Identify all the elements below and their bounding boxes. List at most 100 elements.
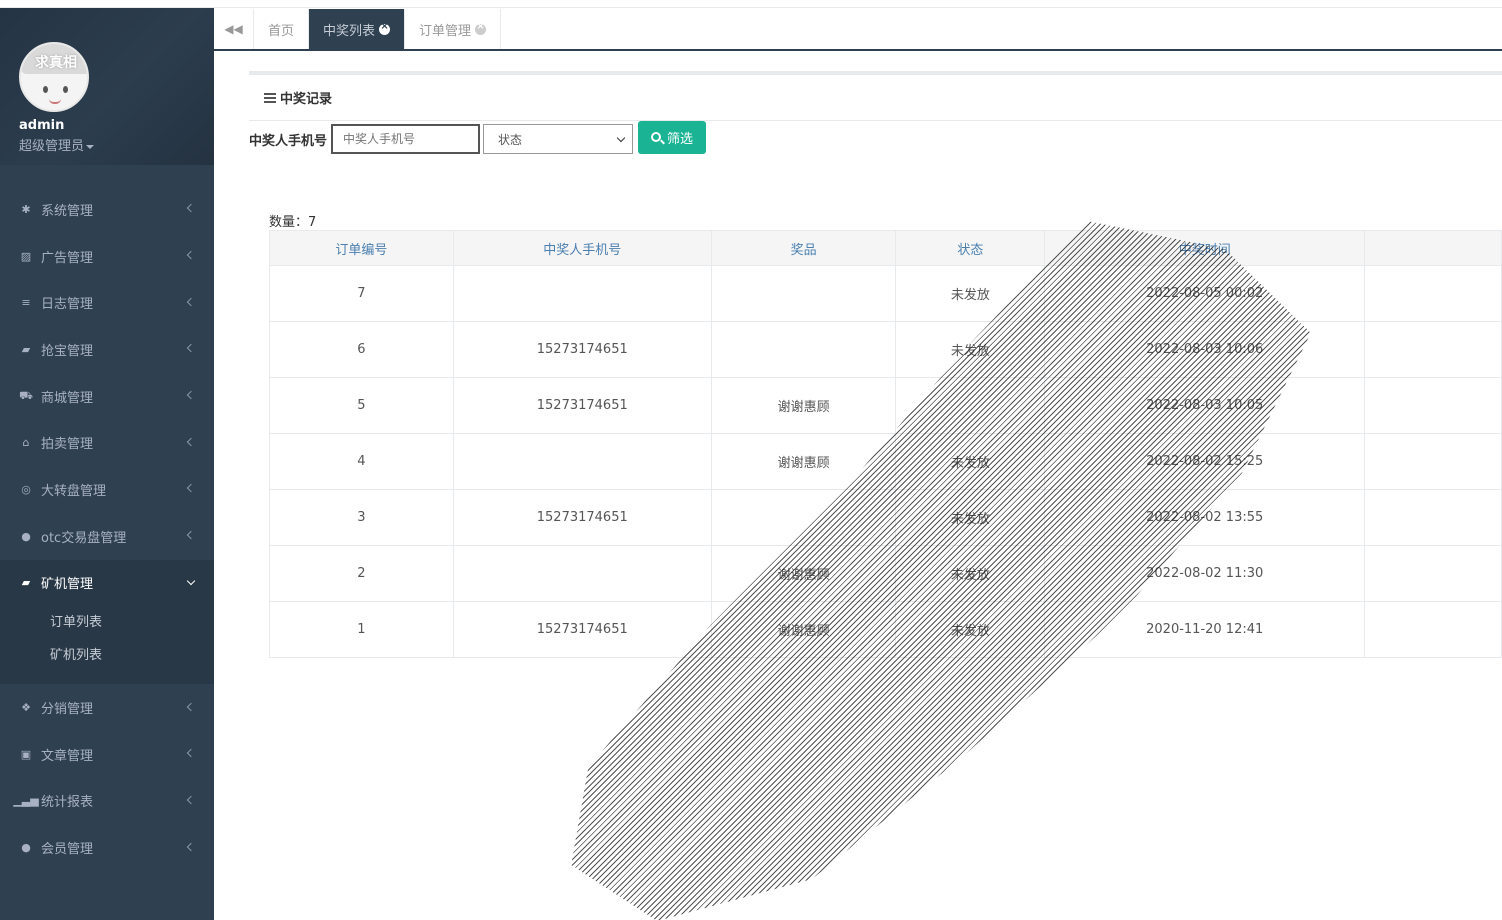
sidebar-item-label: otc交易盘管理 (41, 530, 127, 546)
sidebar-item[interactable]: ❖ 分销管理 (0, 684, 214, 731)
chevron-left-icon (186, 344, 196, 353)
search-button[interactable]: 筛选 (638, 120, 707, 154)
double-left-icon[interactable]: ◀◀ (214, 9, 254, 49)
server-icon: ≡ (21, 296, 31, 310)
table-cell: 谢谢惠顾 (710, 433, 897, 490)
list-icon (264, 92, 276, 103)
profile-panel: 求真相 admin 超级管理员 (0, 8, 214, 165)
table-row: 3 15273174651 未发放 2022-08-02 13:55 (269, 489, 1502, 546)
table-cell: 2022-08-02 11:30 (1044, 545, 1366, 602)
column-header[interactable] (1364, 230, 1502, 266)
sidebar-item[interactable]: ▰ 矿机管理 (0, 559, 214, 607)
table-cell: 5 (269, 377, 454, 434)
table-row: 2 谢谢惠顾 未发放 2022-08-02 11:30 (269, 545, 1502, 602)
chevron-left-icon (186, 250, 196, 260)
chevron-left-icon (186, 390, 196, 400)
table-cell: 未发放 (895, 489, 1046, 546)
column-header[interactable]: 中奖时间 (1044, 230, 1366, 266)
status-select-value: 状态 (498, 132, 523, 147)
sidebar-item[interactable]: ✱ 系统管理 (0, 186, 214, 233)
close-icon[interactable] (379, 21, 391, 35)
table-cell (452, 433, 712, 490)
table-cell: 2022-08-02 13:55 (1044, 489, 1366, 546)
submenu-item[interactable]: 订单列表 (0, 606, 214, 639)
sidebar-item[interactable]: ▰ 抢宝管理 (0, 326, 214, 373)
sidebar-item-label: 商城管理 (41, 390, 94, 406)
main-content: 中奖记录 中奖人手机号 状态 筛选 数量：7 订单编号中奖人手机号奖品状态中奖时… (214, 51, 1502, 920)
tab[interactable]: 首页 (254, 9, 310, 49)
table-cell: 2 (269, 545, 454, 602)
sidebar-item[interactable]: ◎ 大转盘管理 (0, 466, 214, 513)
user-icon: ● (21, 529, 31, 543)
sidebar-item-label: 大转盘管理 (41, 483, 107, 499)
tab-label: 中奖列表 (323, 23, 376, 39)
table-cell: 2020-11-20 12:41 (1044, 601, 1366, 658)
table-cell (1364, 545, 1502, 602)
table-cell: 未发放 (895, 433, 1046, 490)
column-header[interactable]: 中奖人手机号 (452, 230, 712, 266)
table-row: 1 15273174651 谢谢惠顾 未发放 2020-11-20 12:41 (269, 601, 1502, 658)
sidebar-item[interactable]: ▨ 广告管理 (0, 233, 214, 280)
role-dropdown[interactable]: 超级管理员 (19, 135, 214, 154)
table-cell (452, 265, 712, 322)
chevron-down-icon (186, 576, 196, 586)
table-cell: 2022-08-03 10:05 (1044, 377, 1366, 434)
table-cell: 3 (269, 489, 454, 546)
sidebar-item-label: 抢宝管理 (41, 343, 94, 359)
table-cell (1364, 433, 1502, 490)
sidebar-item[interactable]: ≡ 日志管理 (0, 279, 214, 326)
sidebar-item[interactable]: ▣ 文章管理 (0, 731, 214, 778)
sidebar-item-label: 矿机管理 (41, 577, 94, 593)
column-header[interactable]: 状态 (895, 230, 1046, 266)
gear-icon: ✱ (21, 202, 31, 216)
top-line (0, 0, 1502, 8)
panel-title: 中奖记录 (249, 75, 1502, 121)
table-cell (710, 265, 897, 322)
avatar-mouth (49, 99, 61, 104)
book-icon: ▰ (21, 576, 31, 590)
table-cell: 1 (269, 601, 454, 658)
chevron-left-icon (186, 795, 196, 805)
phone-input[interactable] (331, 124, 481, 154)
table-cell: 谢谢惠顾 (710, 601, 897, 658)
sidebar-item[interactable]: ⌂ 拍卖管理 (0, 419, 214, 466)
table-header-row: 订单编号 中奖人手机号 奖品 状态 中奖时间 (269, 230, 1502, 266)
chevron-left-icon (186, 437, 196, 447)
table-cell (1364, 601, 1502, 658)
username: admin (19, 118, 65, 133)
table-cell: 2022-08-03 10:06 (1044, 321, 1366, 378)
chevron-left-icon (186, 702, 196, 711)
table-cell: 未发放 (895, 265, 1046, 322)
sidebar-item[interactable]: ▁▃▅ 统计报表 (0, 778, 214, 825)
sidebar-item[interactable]: ⛟ 商城管理 (0, 373, 214, 420)
submenu-item[interactable]: 矿机列表 (0, 639, 214, 672)
avatar-text: 求真相 (35, 55, 77, 71)
table-row: 5 15273174651 谢谢惠顾 2022-08-03 10:05 (269, 377, 1502, 434)
cart-icon: ⛟ (19, 388, 33, 402)
sidebar-item-label: 拍卖管理 (41, 437, 94, 453)
sidebar-item-label: 系统管理 (41, 203, 94, 219)
status-select[interactable]: 状态 (483, 124, 634, 154)
book-icon: ▰ (21, 342, 31, 356)
image-icon: ▨ (20, 249, 32, 263)
signal-icon: ▁▃▅ (13, 794, 39, 808)
avatar[interactable]: 求真相 (19, 42, 89, 112)
tab[interactable]: 订单管理 (405, 9, 502, 49)
sidebar-item[interactable]: ● 会员管理 (0, 824, 214, 871)
panel-title-text: 中奖记录 (280, 92, 333, 107)
cubes-icon: ❖ (21, 701, 31, 715)
tab-label: 订单管理 (419, 23, 472, 39)
tab-label: 首页 (268, 23, 295, 39)
table-row: 7 未发放 2022-08-05 00:02 (269, 265, 1502, 322)
column-header[interactable]: 奖品 (710, 230, 897, 266)
column-header[interactable]: 订单编号 (269, 230, 454, 266)
record-count: 数量：7 (269, 215, 317, 230)
table-cell: 2022-08-02 15:25 (1044, 433, 1366, 490)
table-row: 4 谢谢惠顾 未发放 2022-08-02 15:25 (269, 433, 1502, 490)
close-icon[interactable] (475, 21, 487, 35)
tab[interactable]: 中奖列表 (309, 9, 406, 49)
filter-bar: 中奖人手机号 状态 筛选 (249, 120, 707, 154)
table-cell: 未发放 (895, 321, 1046, 378)
sidebar-item[interactable]: ● otc交易盘管理 (0, 513, 214, 560)
archive-icon: ▣ (20, 747, 32, 761)
